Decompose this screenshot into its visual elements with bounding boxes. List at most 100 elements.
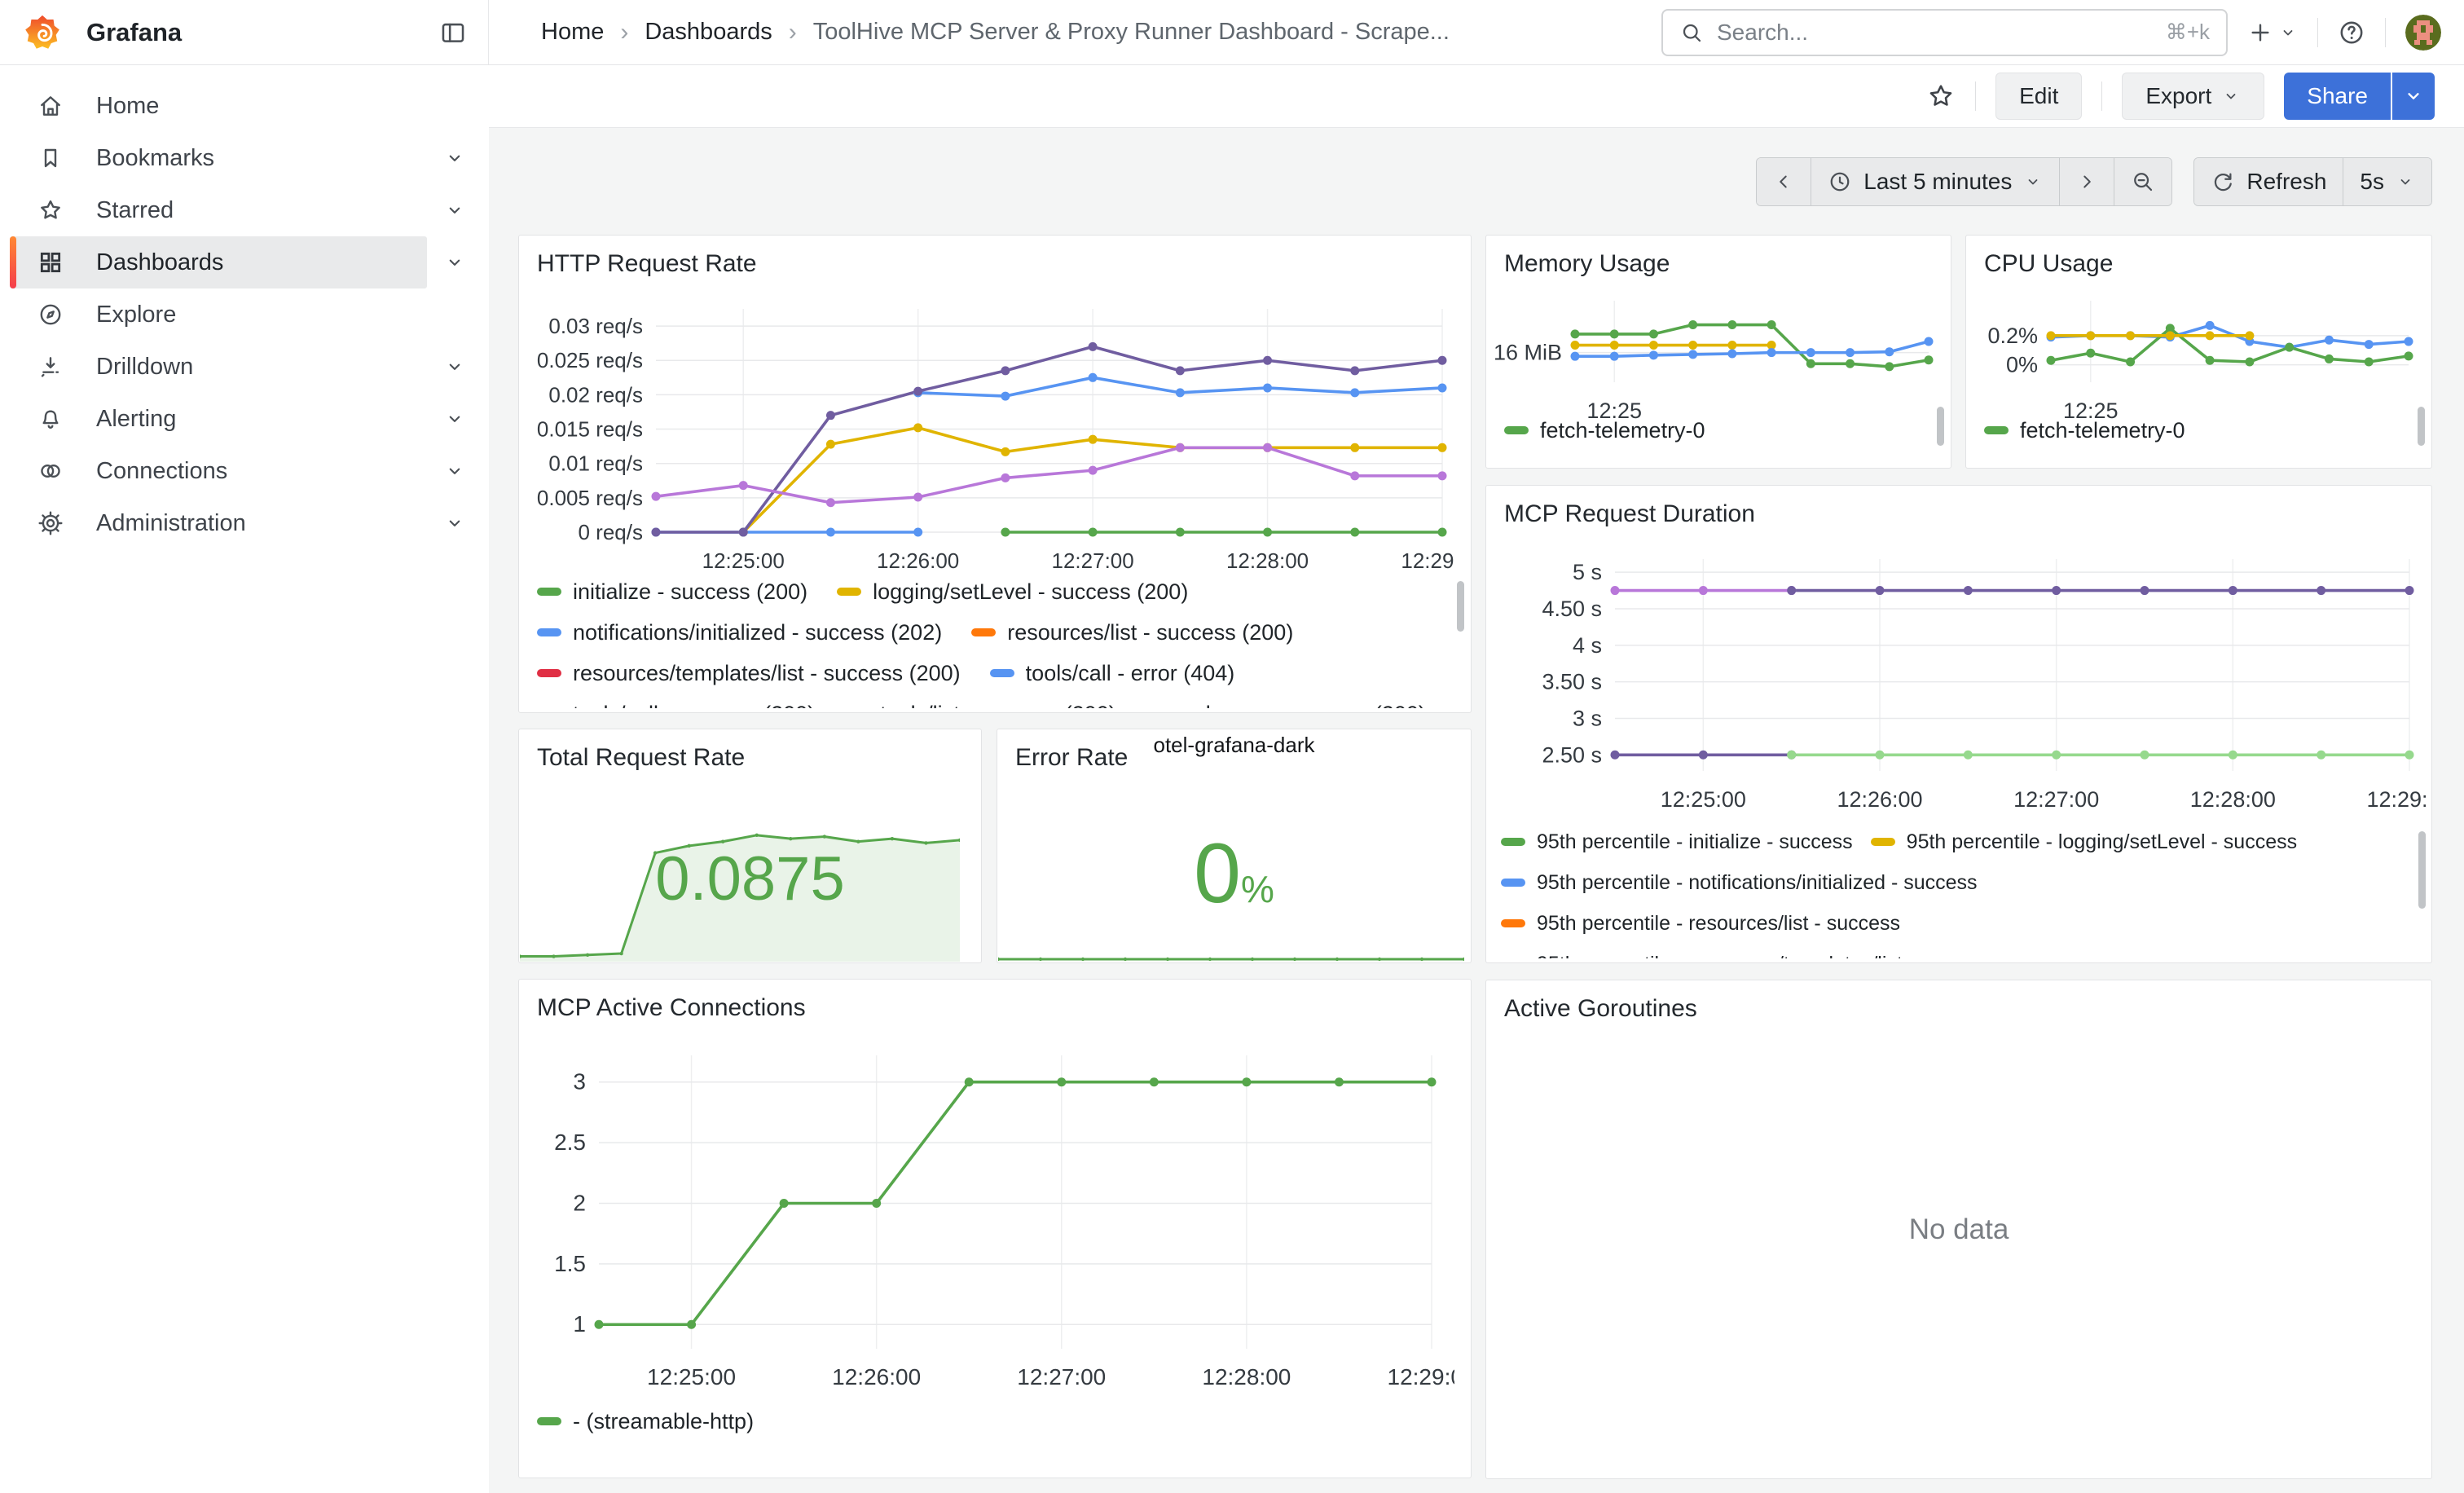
stat-unit: % bbox=[1241, 868, 1274, 910]
legend-scrollbar[interactable] bbox=[2418, 407, 2425, 446]
time-range-picker[interactable]: Last 5 minutes bbox=[1811, 158, 2060, 205]
time-shift-back-button[interactable] bbox=[1757, 158, 1811, 205]
legend-scrollbar[interactable] bbox=[2418, 831, 2426, 909]
panel-title[interactable]: MCP Active Connections bbox=[519, 980, 806, 1022]
legend-swatch bbox=[990, 669, 1014, 677]
http-request-rate-chart[interactable]: 0 req/s0.005 req/s0.01 req/s0.015 req/s0… bbox=[526, 278, 1454, 579]
drag-overlay-label: otel-grafana-dark bbox=[997, 733, 1471, 758]
legend-item[interactable]: 95th percentile - notifications/initiali… bbox=[1501, 871, 1978, 895]
stat-value: 0.0875 bbox=[519, 843, 981, 914]
breadcrumb-home[interactable]: Home bbox=[541, 19, 604, 46]
sidebar-item-alerting[interactable]: Alerting bbox=[0, 393, 489, 445]
zoom-out-button[interactable] bbox=[2114, 158, 2171, 205]
add-new-button[interactable] bbox=[2247, 20, 2298, 46]
edit-button[interactable]: Edit bbox=[1995, 73, 2082, 120]
duration-legend: 95th percentile - initialize - success 95… bbox=[1501, 828, 2409, 958]
svg-text:12:27:00: 12:27:00 bbox=[1052, 548, 1134, 573]
panel-title[interactable]: Total Request Rate bbox=[519, 729, 745, 772]
legend-item[interactable]: 95th percentile - resources/templates/li… bbox=[1501, 953, 1994, 959]
legend-item[interactable]: - (streamable-http) bbox=[537, 1409, 754, 1434]
legend-scrollbar[interactable] bbox=[1457, 581, 1464, 632]
svg-text:12:26:00: 12:26:00 bbox=[877, 548, 959, 573]
sidebar-item-dashboards[interactable]: Dashboards bbox=[0, 236, 489, 288]
refresh-button[interactable]: Refresh bbox=[2194, 158, 2343, 205]
legend-label: 95th percentile - notifications/initiali… bbox=[1537, 871, 1978, 895]
svg-text:1.5: 1.5 bbox=[554, 1251, 586, 1276]
legend-item[interactable]: tools/list - success (200) bbox=[844, 702, 1116, 709]
help-button[interactable] bbox=[2338, 19, 2365, 46]
legend-swatch bbox=[837, 588, 861, 596]
mcp-active-connections-chart[interactable]: 32.521.5112:25:0012:26:0012:27:0012:28:0… bbox=[526, 1035, 1454, 1418]
share-dropdown-button[interactable] bbox=[2392, 73, 2435, 120]
svg-text:0 req/s: 0 req/s bbox=[579, 520, 644, 544]
legend-label: 95th percentile - logging/setLevel - suc… bbox=[1907, 830, 2297, 854]
chevron-down-icon bbox=[443, 460, 466, 482]
sidebar-item-home[interactable]: Home bbox=[0, 80, 489, 132]
cpu-usage-chart[interactable]: 0.2%0%12:25 bbox=[1969, 276, 2422, 431]
mcp-request-duration-chart[interactable]: 5 s4.50 s4 s3.50 s3 s2.50 s12:25:0012:26… bbox=[1493, 531, 2426, 828]
favorite-star-icon[interactable] bbox=[1926, 81, 1956, 111]
sidebar-item-label: Home bbox=[96, 93, 159, 120]
export-button[interactable]: Export bbox=[2122, 73, 2264, 120]
panel-title[interactable]: MCP Request Duration bbox=[1486, 486, 1755, 528]
home-icon bbox=[37, 93, 65, 119]
legend-item[interactable]: logging/setLevel - success (200) bbox=[837, 579, 1188, 605]
legend-swatch bbox=[1501, 838, 1525, 846]
dock-sidebar-icon[interactable] bbox=[439, 19, 467, 46]
sidebar-item-label: Alerting bbox=[96, 406, 176, 433]
memory-usage-chart[interactable]: 16 MiB12:25 bbox=[1489, 276, 1942, 431]
svg-text:0%: 0% bbox=[2006, 353, 2038, 377]
sidebar-item-connections[interactable]: Connections bbox=[0, 445, 489, 497]
legend-item[interactable]: 95th percentile - resources/list - succe… bbox=[1501, 912, 1900, 936]
panel-total-request-rate: Total Request Rate 0.0875 bbox=[518, 729, 982, 963]
legend-item[interactable]: initialize - success (200) bbox=[537, 579, 807, 605]
legend-item[interactable]: notifications/initialized - success (202… bbox=[537, 620, 942, 645]
panel-title[interactable]: Memory Usage bbox=[1486, 236, 1670, 278]
svg-text:0.025 req/s: 0.025 req/s bbox=[537, 348, 643, 372]
svg-text:12:29:00: 12:29:00 bbox=[1388, 1364, 1455, 1390]
time-shift-forward-button[interactable] bbox=[2060, 158, 2114, 205]
legend-scrollbar[interactable] bbox=[1937, 407, 1944, 446]
no-data-message: No data bbox=[1909, 1213, 2009, 1246]
legend-item[interactable]: fetch-telemetry-0 bbox=[1504, 418, 1705, 443]
legend-item[interactable]: 95th percentile - logging/setLevel - suc… bbox=[1871, 830, 2297, 854]
legend-item[interactable]: 95th percentile - initialize - success bbox=[1501, 830, 1853, 854]
refresh-interval-picker[interactable]: 5s bbox=[2343, 158, 2431, 205]
svg-text:3.50 s: 3.50 s bbox=[1542, 670, 1602, 694]
share-button[interactable]: Share bbox=[2284, 73, 2391, 120]
clock-icon bbox=[1828, 170, 1852, 194]
sidebar-item-administration[interactable]: Administration bbox=[0, 497, 489, 549]
chevron-down-icon bbox=[443, 407, 466, 430]
legend-item[interactable]: unknown - success (200) bbox=[1146, 702, 1426, 709]
avatar[interactable] bbox=[2405, 15, 2441, 51]
breadcrumb-dashboards[interactable]: Dashboards bbox=[645, 19, 772, 46]
legend-item[interactable]: tools/call - error (404) bbox=[990, 661, 1235, 686]
svg-text:3 s: 3 s bbox=[1573, 706, 1602, 730]
panel-title[interactable]: Active Goroutines bbox=[1486, 980, 1697, 1023]
panel-title[interactable]: HTTP Request Rate bbox=[519, 236, 757, 278]
legend-item[interactable]: resources/list - success (200) bbox=[971, 620, 1293, 645]
cpu-legend: fetch-telemetry-0 bbox=[1984, 416, 2404, 452]
chevron-down-icon bbox=[443, 251, 466, 274]
sidebar-item-drilldown[interactable]: Drilldown bbox=[0, 341, 489, 393]
legend-label: unknown - success (200) bbox=[1181, 702, 1426, 709]
legend-item[interactable]: resources/templates/list - success (200) bbox=[537, 661, 961, 686]
sidebar-item-label: Dashboards bbox=[96, 249, 223, 276]
share-button-group: Share bbox=[2284, 73, 2435, 120]
panel-title[interactable]: CPU Usage bbox=[1966, 236, 2113, 278]
chevron-down-icon bbox=[2278, 23, 2298, 42]
legend-item[interactable]: tools/call - success (200) bbox=[537, 702, 815, 709]
legend-item[interactable]: fetch-telemetry-0 bbox=[1984, 418, 2185, 443]
sidebar-item-bookmarks[interactable]: Bookmarks bbox=[0, 132, 489, 184]
sidebar-item-explore[interactable]: Explore bbox=[0, 288, 489, 341]
search-input[interactable]: Search... ⌘+k bbox=[1661, 9, 2228, 56]
legend-label: - (streamable-http) bbox=[573, 1409, 754, 1434]
divider bbox=[2385, 18, 2386, 47]
stat-value: 0% bbox=[997, 826, 1471, 923]
sidebar-item-starred[interactable]: Starred bbox=[0, 184, 489, 236]
legend-label: fetch-telemetry-0 bbox=[1540, 418, 1705, 443]
search-placeholder: Search... bbox=[1717, 20, 2153, 46]
compass-icon bbox=[37, 302, 65, 328]
sidebar-item-label: Starred bbox=[96, 197, 174, 224]
grafana-logo-icon[interactable] bbox=[24, 15, 60, 51]
